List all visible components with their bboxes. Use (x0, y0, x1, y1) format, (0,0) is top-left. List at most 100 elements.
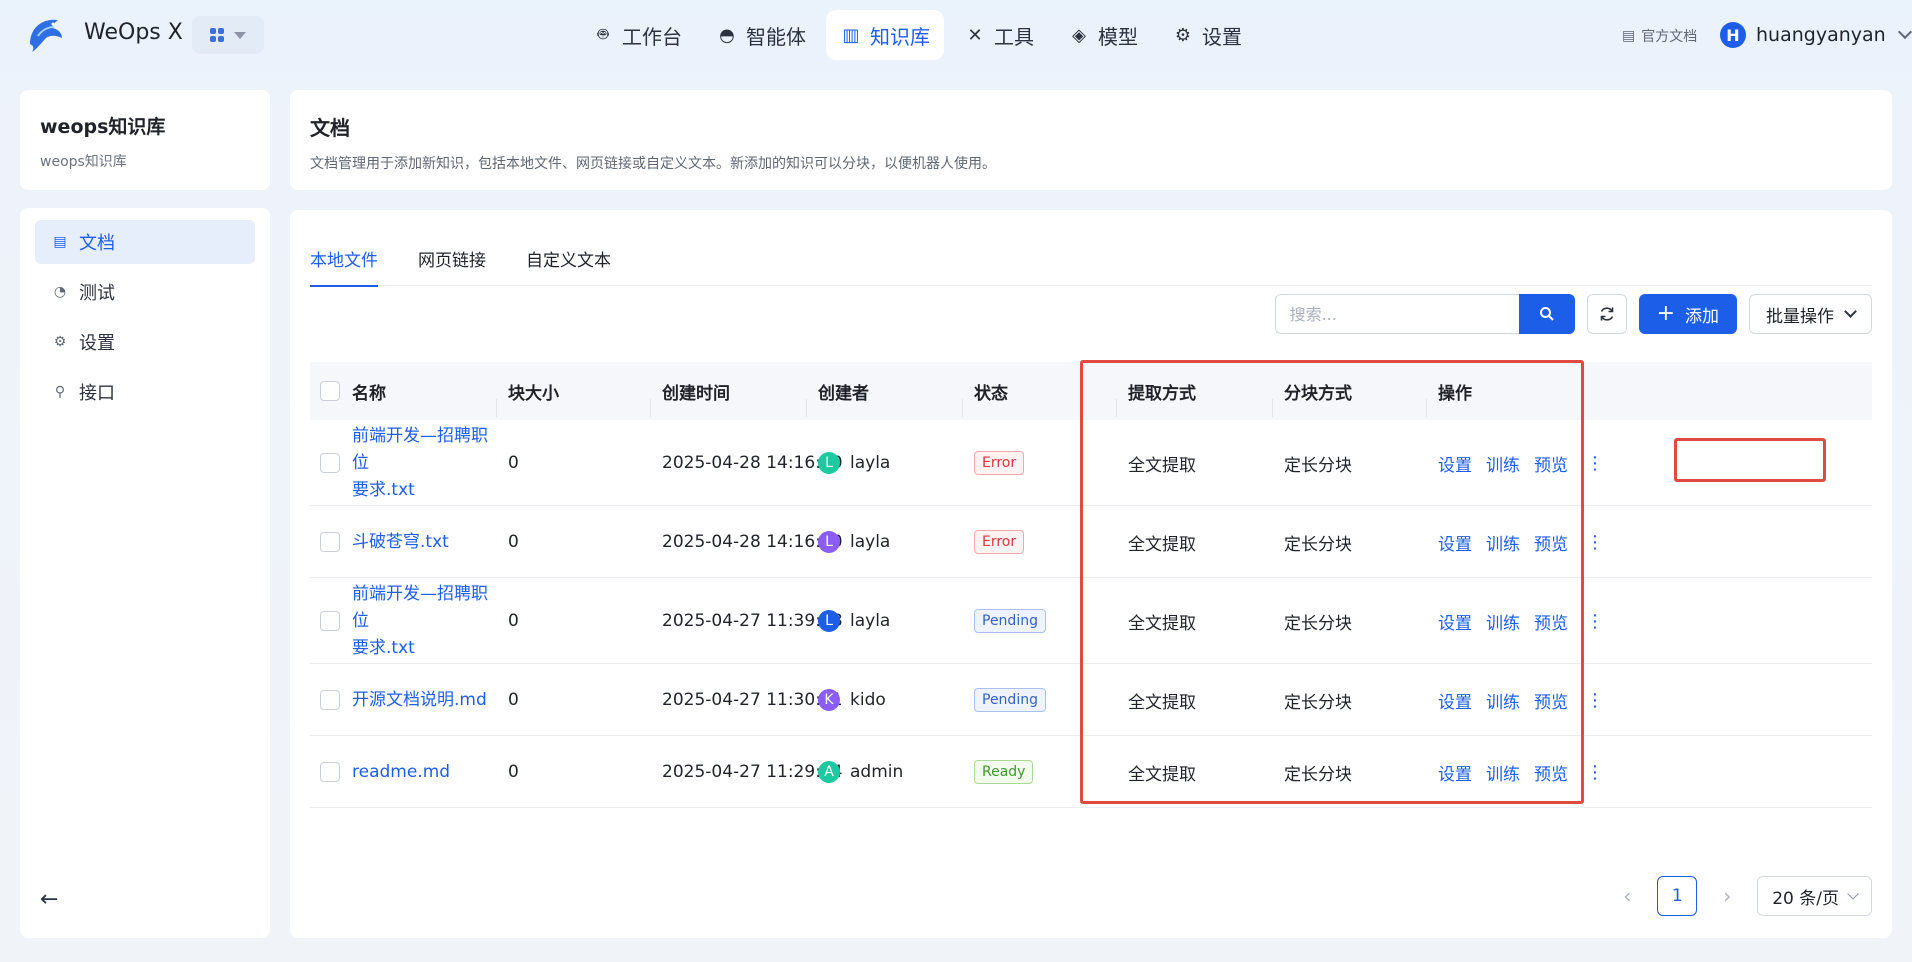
search-button[interactable] (1518, 294, 1575, 334)
refresh-icon (1600, 307, 1613, 321)
cell-created-at: 2025-04-27 11:39:58 (662, 611, 843, 631)
cell-name: 前端开发—招聘职位 要求.txt (352, 420, 502, 506)
cell-created-at: 2025-04-27 11:30:31 (662, 690, 843, 710)
train-link[interactable]: 训练 (1486, 530, 1520, 555)
avatar: L (818, 531, 840, 553)
cell-extract-method: 全文提取 (1128, 764, 1196, 785)
sidebar-item-api[interactable]: ⚲ 接口 (35, 370, 255, 414)
file-name-link[interactable]: 开源文档说明.md (352, 687, 487, 714)
nav-item-label: 工具 (994, 24, 1034, 49)
more-actions-icon[interactable]: ⋮ (1586, 611, 1604, 632)
cell-actions: 设置 训练 预览 ⋮ (1438, 664, 1604, 736)
settings-link[interactable]: 设置 (1438, 760, 1472, 785)
header-chunking-method[interactable]: 分块方式 (1272, 379, 1352, 417)
more-actions-icon[interactable]: ⋮ (1586, 762, 1604, 783)
books-icon: ▥ (842, 24, 860, 46)
more-actions-icon[interactable]: ⋮ (1586, 453, 1604, 474)
app-switcher[interactable] (192, 16, 264, 54)
cell-status: Error (974, 506, 1025, 578)
avatar: L (818, 610, 840, 632)
avatar: L (818, 452, 840, 474)
avatar: A (818, 761, 840, 783)
settings-link[interactable]: 设置 (1438, 688, 1472, 713)
row-checkbox[interactable] (320, 762, 340, 782)
table-row[interactable]: 开源文档说明.md 0 2025-04-27 11:30:31 Kkido Pendin… (310, 664, 1872, 736)
header-chunk-size[interactable]: 块大小 (496, 379, 559, 417)
nav-item-knowledge-base[interactable]: ▥ 知识库 (826, 10, 944, 60)
user-menu[interactable]: H huangyanyan (1720, 22, 1912, 48)
cell-creator: Llayla (818, 578, 890, 664)
sidebar-item-documents[interactable]: ▤ 文档 (35, 220, 255, 264)
add-button[interactable]: + 添加 (1638, 294, 1737, 334)
cell-chunk-size: 0 (508, 532, 519, 552)
robot-icon: 🤖︎ (597, 23, 609, 45)
header-creator[interactable]: 创建者 (806, 379, 869, 417)
sidebar-item-settings[interactable]: ⚙ 设置 (35, 320, 255, 364)
page-size-select[interactable]: 20 条/页 (1757, 876, 1872, 916)
cell-chunking-method: 定长分块 (1284, 692, 1352, 713)
page-number-current[interactable]: 1 (1657, 876, 1698, 916)
more-actions-icon[interactable]: ⋮ (1586, 690, 1604, 711)
table-row[interactable]: 前端开发—招聘职位 要求.txt 0 2025-04-27 11:39:58 Llayl… (310, 578, 1872, 664)
preview-link[interactable]: 预览 (1534, 609, 1568, 634)
settings-link[interactable]: 设置 (1438, 451, 1472, 476)
cell-extract-method: 全文提取 (1128, 455, 1196, 476)
file-name-link[interactable]: readme.md (352, 759, 450, 786)
tab-local-files[interactable]: 本地文件 (310, 234, 378, 287)
user-avatar: H (1720, 22, 1746, 48)
nav-item-settings[interactable]: ⚙ 设置 (1158, 10, 1256, 60)
select-all-checkbox[interactable] (320, 381, 340, 401)
preview-link[interactable]: 预览 (1534, 688, 1568, 713)
collapse-sidebar-arrow-icon[interactable]: ← (40, 887, 58, 912)
settings-link[interactable]: 设置 (1438, 530, 1472, 555)
cell-actions: 设置 训练 预览 ⋮ (1438, 578, 1604, 664)
next-page-icon[interactable]: › (1723, 884, 1731, 908)
nav-item-tools[interactable]: ✕ 工具 (950, 10, 1048, 60)
more-actions-icon[interactable]: ⋮ (1586, 532, 1604, 553)
row-checkbox[interactable] (320, 611, 340, 631)
tab-web-links[interactable]: 网页链接 (418, 234, 486, 286)
refresh-button[interactable] (1586, 294, 1627, 334)
sidebar-item-test[interactable]: ◔ 测试 (35, 270, 255, 314)
table-row[interactable]: 前端开发—招聘职位 要求.txt 0 2025-04-28 14:16:50 Llayl… (310, 420, 1872, 506)
table-row[interactable]: 斗破苍穹.txt 0 2025-04-28 14:16:50 Llayla Error 全… (310, 506, 1872, 578)
pagination: ‹ 1 › 20 条/页 (1623, 876, 1872, 916)
tools-icon: ✕ (967, 24, 983, 46)
prev-page-icon[interactable]: ‹ (1623, 884, 1631, 908)
status-badge: Ready (974, 760, 1034, 784)
plus-icon: + (1656, 301, 1675, 326)
nav-item-models[interactable]: ◈ 模型 (1054, 10, 1152, 60)
nav-item-workbench[interactable]: 🤖︎ 工作台 (578, 10, 696, 60)
train-link[interactable]: 训练 (1486, 609, 1520, 634)
official-docs-link[interactable]: ▤ 官方文档 (1622, 26, 1697, 46)
cell-chunking-method: 定长分块 (1284, 613, 1352, 634)
add-button-label: 添加 (1685, 306, 1719, 327)
cell-name: readme.md (352, 736, 502, 808)
settings-link[interactable]: 设置 (1438, 609, 1472, 634)
dolphin-logo-icon[interactable] (24, 14, 68, 56)
row-checkbox[interactable] (320, 532, 340, 552)
header-extract-method[interactable]: 提取方式 (1116, 379, 1196, 417)
batch-actions-dropdown[interactable]: 批量操作 (1749, 294, 1872, 334)
file-name-link[interactable]: 斗破苍穹.txt (352, 529, 449, 556)
nav-item-agents[interactable]: ◓ 智能体 (702, 10, 820, 60)
train-link[interactable]: 训练 (1486, 760, 1520, 785)
search-input[interactable] (1274, 294, 1519, 334)
sidebar-item-label: 设置 (79, 333, 115, 354)
header-created-at[interactable]: 创建时间 (650, 379, 730, 417)
file-name-link[interactable]: 前端开发—招聘职位 要求.txt (352, 581, 502, 662)
official-docs-label: 官方文档 (1641, 29, 1698, 45)
train-link[interactable]: 训练 (1486, 451, 1520, 476)
preview-link[interactable]: 预览 (1534, 530, 1568, 555)
tab-custom-text[interactable]: 自定义文本 (526, 234, 611, 286)
table-row[interactable]: readme.md 0 2025-04-27 11:29:34 Aadmin Ready… (310, 736, 1872, 808)
train-link[interactable]: 训练 (1486, 688, 1520, 713)
preview-link[interactable]: 预览 (1534, 451, 1568, 476)
preview-link[interactable]: 预览 (1534, 760, 1568, 785)
file-name-link[interactable]: 前端开发—招聘职位 要求.txt (352, 423, 502, 504)
header-name[interactable]: 名称 (352, 379, 386, 404)
row-checkbox[interactable] (320, 453, 340, 473)
row-checkbox[interactable] (320, 690, 340, 710)
header-status[interactable]: 状态 (962, 379, 1008, 417)
cell-creator: Kkido (818, 664, 886, 736)
